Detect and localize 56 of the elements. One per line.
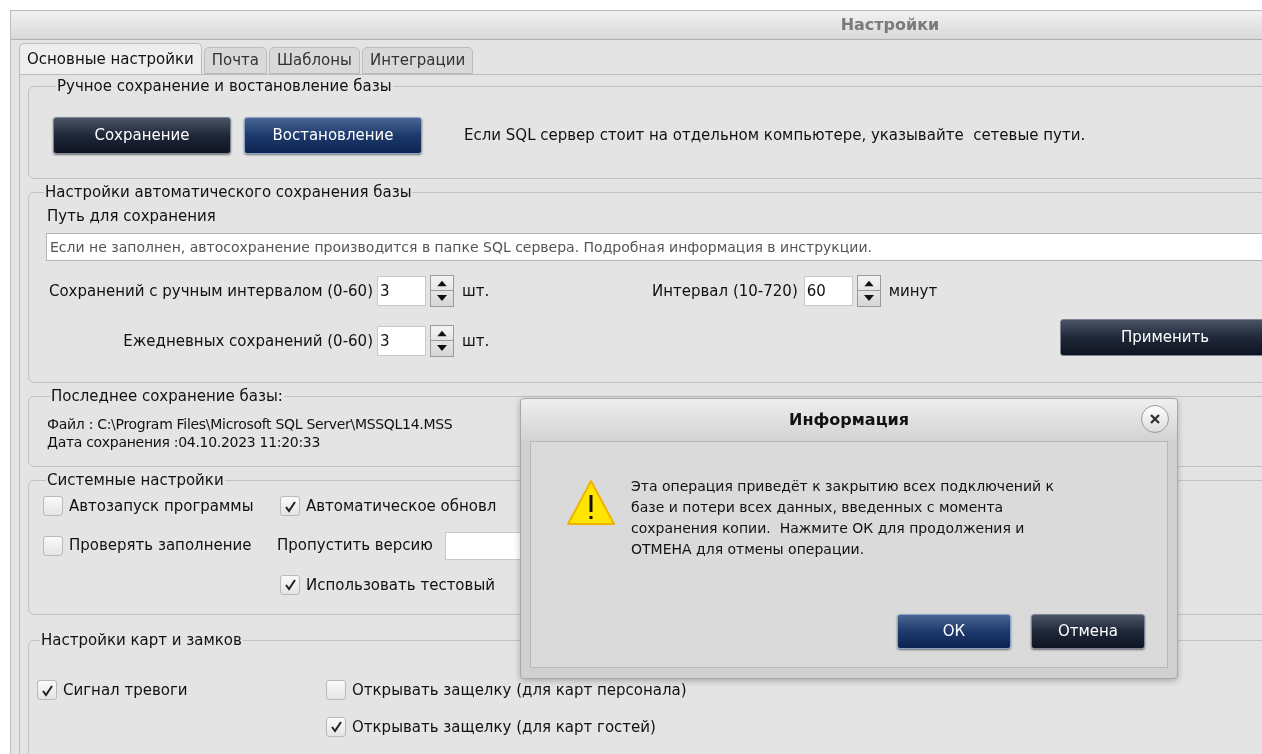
checkbox-label: Автоматическое обновл: [306, 496, 497, 517]
checkbox[interactable]: [280, 496, 300, 517]
network-path-note: Если SQL сервер стоит на отдельном компьютере, указывайте сетевые пути.: [464, 125, 1086, 147]
unit-label: шт.: [462, 280, 490, 302]
group-title: Последнее сохранение базы:: [50, 387, 284, 405]
save-date: Дата сохранения :04.10.2023 11:20:33: [47, 433, 320, 451]
spinner-arrows[interactable]: [430, 325, 454, 357]
checkbox-label: Автозапуск программы: [69, 496, 254, 517]
checkbox[interactable]: [280, 574, 300, 595]
window-title: Настройки: [840, 14, 940, 36]
tab[interactable]: Интеграции: [361, 47, 474, 74]
number-field[interactable]: 60: [803, 276, 853, 306]
close-icon: [1149, 413, 1161, 425]
check-icon: [283, 578, 297, 592]
check-icon: [283, 499, 297, 513]
checkbox[interactable]: [326, 716, 346, 737]
number-field[interactable]: 3: [377, 276, 426, 306]
checkbox-label: Открывать защелку (для карт гостей): [352, 716, 656, 738]
checkbox-label: Использовать тестовый: [306, 574, 495, 596]
file-path: Файл : C:\Program Files\Microsoft SQL Server\MSSQL14.MSS: [47, 415, 453, 433]
dialog-button[interactable]: Отмена: [1031, 614, 1145, 649]
checkbox-label: Открывать защелку (для карт персонала): [352, 680, 687, 701]
dialog-button[interactable]: Востановление: [244, 117, 422, 154]
field-label: Интервал (10-720): [652, 280, 798, 302]
group-title: Настройки карт и замков: [40, 631, 243, 649]
checkbox-label: Сигнал тревоги: [63, 680, 188, 701]
unit-label: шт.: [462, 330, 490, 352]
group-title: Настройки автоматического сохранения базы: [44, 183, 413, 201]
field-label: Путь для сохранения: [46, 207, 217, 225]
checkbox[interactable]: [37, 680, 57, 701]
checkbox[interactable]: [326, 680, 346, 701]
close-button[interactable]: [1141, 405, 1169, 433]
group-title: Ручное сохранение и востановление базы: [56, 77, 393, 95]
dialog-title: Информация: [789, 409, 909, 431]
field-label: Ежедневных сохранений (0-60): [122, 330, 373, 352]
dialog-button[interactable]: ОК: [897, 614, 1011, 649]
group-title: Системные настройки: [46, 471, 225, 489]
dialog-message: Эта операция приведёт к закрытию всех подключений к базе и потери всех данных, введенных с момента сохранения копии. Нажмите ОК для продолжения и ОТМЕНА для отмены операции.: [631, 477, 1055, 559]
warning-icon: [565, 478, 617, 528]
field-label: Сохранений с ручным интервалом (0-60): [47, 280, 373, 302]
checkbox[interactable]: [43, 535, 63, 556]
tab[interactable]: Шаблоны: [269, 47, 360, 74]
apply-button[interactable]: Применить: [1060, 319, 1262, 356]
check-icon: [40, 683, 54, 697]
tab[interactable]: Основные настройки: [19, 43, 202, 74]
checkbox-label: Проверять заполнение: [69, 535, 252, 557]
dialog-button[interactable]: Сохранение: [53, 117, 231, 154]
spinner-arrows[interactable]: [856, 275, 881, 307]
number-field[interactable]: 3: [377, 326, 426, 356]
field-label: Пропустить версию: [277, 535, 433, 557]
spinner-arrows[interactable]: [430, 275, 454, 307]
tab[interactable]: Почта: [203, 47, 267, 74]
unit-label: минут: [888, 280, 938, 302]
check-icon: [329, 720, 343, 734]
path-field[interactable]: Если не заполнен, автосохранение производится в папке SQL сервера. Подробная информация в инструкции.: [46, 233, 1262, 261]
checkbox[interactable]: [43, 496, 63, 517]
